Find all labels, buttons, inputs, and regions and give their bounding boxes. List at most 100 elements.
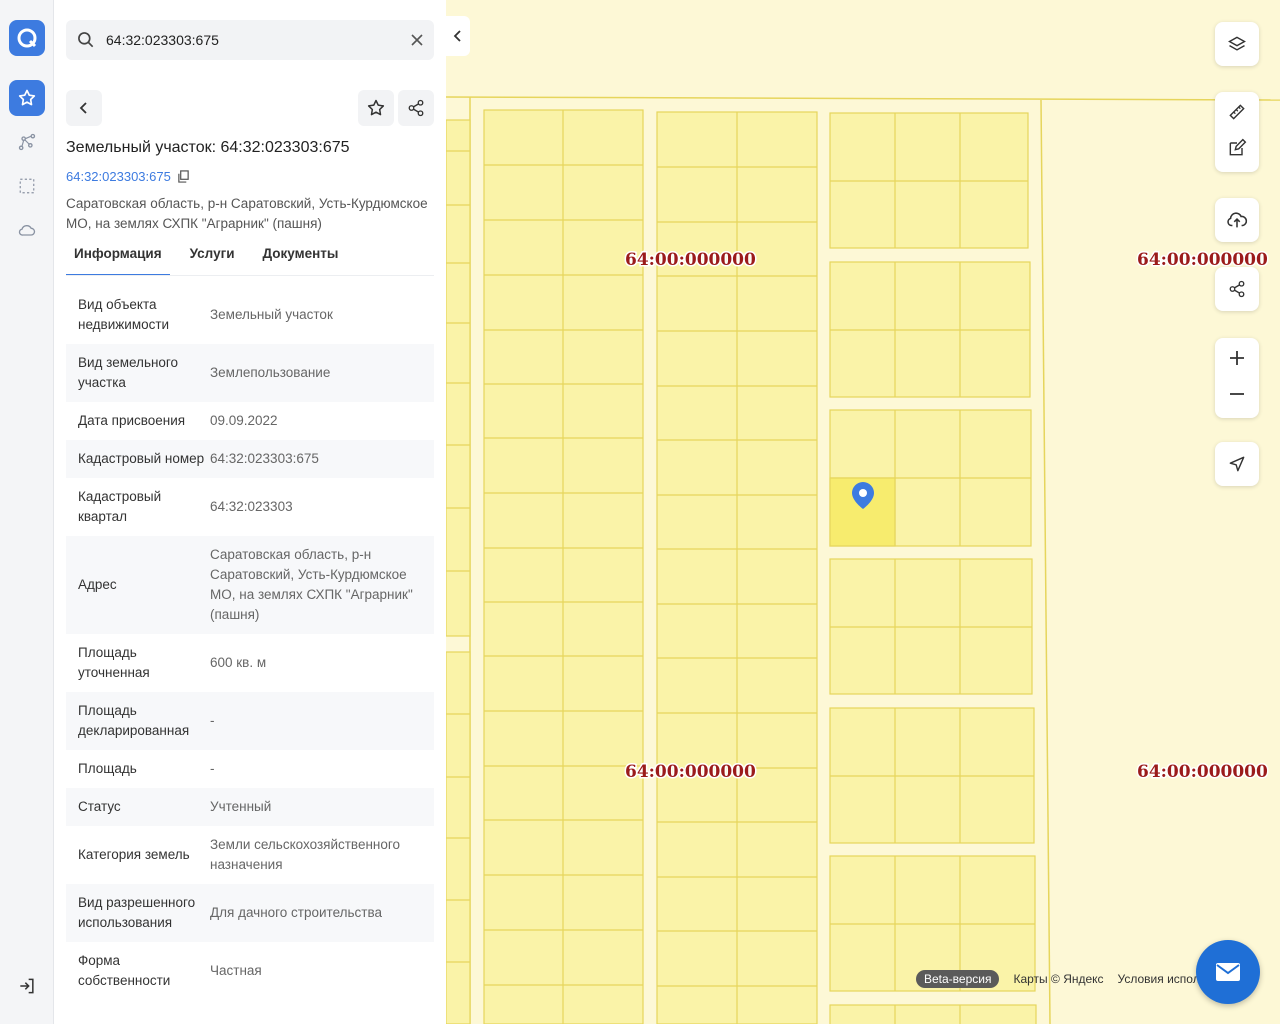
row-value: Земли сельскохозяйственного назначения bbox=[210, 837, 401, 872]
ruler-button[interactable] bbox=[1215, 94, 1259, 130]
row-key: Площадь bbox=[78, 761, 137, 776]
info-panel: Земельный участок: 64:32:023303:675 64:3… bbox=[54, 0, 446, 1024]
row-key: Статус bbox=[78, 799, 121, 814]
map-share-button[interactable] bbox=[1215, 267, 1259, 311]
chevron-left-icon bbox=[453, 30, 461, 42]
share-button[interactable] bbox=[398, 90, 434, 126]
contact-button[interactable] bbox=[1196, 940, 1260, 1004]
terms-link[interactable]: Условия испол bbox=[1118, 972, 1200, 986]
row-key: Кадастровый номер bbox=[78, 451, 205, 466]
cadastral-number-link[interactable]: 64:32:023303:675 bbox=[66, 169, 190, 184]
row-key: Площадь уточненная bbox=[78, 645, 150, 680]
chevron-left-icon bbox=[79, 102, 87, 114]
row-key: Форма собственности bbox=[78, 953, 171, 988]
table-row: Вид разрешенного использования Для дачног… bbox=[66, 884, 434, 942]
info-table: Вид объекта недвижимости Земельный участо… bbox=[66, 286, 434, 1000]
table-row: Кадастровый номер 64:32:023303:675 bbox=[66, 440, 434, 478]
ruler-icon bbox=[1229, 104, 1245, 120]
tools-control bbox=[1215, 92, 1259, 172]
route-button[interactable] bbox=[9, 124, 45, 160]
layers-button[interactable] bbox=[1215, 22, 1259, 66]
tab-information[interactable]: Информация bbox=[66, 246, 170, 276]
logout-icon bbox=[20, 978, 34, 994]
row-value: Учтенный bbox=[210, 799, 272, 814]
select-area-button[interactable] bbox=[9, 168, 45, 204]
star-icon bbox=[367, 99, 385, 116]
table-row: Кадастровый квартал 64:32:023303 bbox=[66, 478, 434, 536]
row-key: Адрес bbox=[78, 577, 117, 592]
row-value: - bbox=[210, 761, 215, 776]
row-value: Земельный участок bbox=[210, 307, 333, 322]
row-value: Частная bbox=[210, 963, 262, 978]
back-button[interactable] bbox=[66, 90, 102, 126]
row-value: 64:32:023303:675 bbox=[210, 451, 319, 466]
table-row: Вид объекта недвижимости Земельный участо… bbox=[66, 286, 434, 344]
tab-bar: Информация Услуги Документы bbox=[66, 246, 358, 276]
select-area-icon bbox=[19, 178, 35, 194]
table-row: Категория земель Земли сельскохозяйственн… bbox=[66, 826, 434, 884]
row-value: Для дачного строительства bbox=[210, 905, 383, 920]
collapse-panel-button[interactable] bbox=[446, 16, 470, 56]
upload-icon bbox=[1227, 212, 1248, 228]
upload-button[interactable] bbox=[1215, 198, 1259, 242]
share-icon bbox=[1229, 280, 1245, 298]
geolocation-button[interactable] bbox=[1215, 442, 1259, 486]
row-key: Кадастровый квартал bbox=[78, 489, 162, 524]
star-icon bbox=[18, 89, 36, 106]
edit-icon bbox=[1229, 138, 1247, 156]
map-footer: Beta-версия Карты © Яндекс Условия испол bbox=[916, 970, 1200, 988]
logout-button[interactable] bbox=[9, 968, 45, 1004]
page-title: Земельный участок: 64:32:023303:675 bbox=[66, 139, 350, 156]
map-view[interactable]: 64:00:000000 64:00:000000 64:00:000000 6… bbox=[446, 0, 1280, 1024]
tabs-divider bbox=[66, 275, 434, 276]
object-address: Саратовская область, р-н Саратовский, Ус… bbox=[66, 196, 428, 231]
app-logo-icon[interactable] bbox=[9, 20, 45, 56]
table-row: Форма собственности Частная bbox=[66, 942, 434, 1000]
map-copyright[interactable]: Карты © Яндекс bbox=[1013, 972, 1103, 986]
favorite-button[interactable] bbox=[358, 90, 394, 126]
tab-services[interactable]: Услуги bbox=[182, 246, 243, 276]
row-key: Вид объекта недвижимости bbox=[78, 297, 170, 332]
geolocation-control bbox=[1215, 442, 1259, 486]
search-box bbox=[66, 20, 434, 60]
table-row: Статус Учтенный bbox=[66, 788, 434, 826]
region-label: 64:00:000000 bbox=[625, 762, 756, 782]
tab-documents[interactable]: Документы bbox=[255, 246, 347, 276]
layers-icon bbox=[1228, 36, 1246, 51]
parcel-layer[interactable]: 64:00:000000 64:00:000000 64:00:000000 6… bbox=[446, 0, 1280, 1024]
row-value: 09.09.2022 bbox=[210, 413, 278, 428]
favorites-button[interactable] bbox=[9, 80, 45, 116]
row-key: Категория земель bbox=[78, 847, 190, 862]
row-key: Вид земельного участка bbox=[78, 355, 179, 390]
clear-search-icon[interactable] bbox=[408, 31, 426, 49]
cloud-icon bbox=[18, 225, 36, 236]
region-label: 64:00:000000 bbox=[1137, 762, 1268, 782]
zoom-control bbox=[1215, 338, 1259, 418]
table-row: Площадь уточненная 600 кв. м bbox=[66, 634, 434, 692]
table-row: Вид земельного участка Землепользование bbox=[66, 344, 434, 402]
table-row: Площадь декларированная - bbox=[66, 692, 434, 750]
zoom-in-button[interactable] bbox=[1215, 340, 1259, 376]
row-value: Саратовская область, р-н Саратовский, Ус… bbox=[210, 547, 413, 622]
beta-badge: Beta-версия bbox=[916, 970, 1000, 988]
upload-control bbox=[1215, 198, 1259, 242]
search-input[interactable] bbox=[106, 32, 396, 48]
geolocation-icon bbox=[1229, 456, 1245, 472]
edit-button[interactable] bbox=[1215, 130, 1259, 166]
row-key: Площадь декларированная bbox=[78, 703, 190, 738]
left-rail bbox=[0, 0, 54, 1024]
copy-icon[interactable] bbox=[177, 170, 190, 183]
zoom-in-icon bbox=[1230, 351, 1244, 365]
cloud-button[interactable] bbox=[9, 212, 45, 248]
row-value: 64:32:023303 bbox=[210, 499, 293, 514]
zoom-out-button[interactable] bbox=[1215, 376, 1259, 412]
route-icon bbox=[18, 133, 36, 151]
share-control bbox=[1215, 267, 1259, 311]
table-row: Адрес Саратовская область, р-н Саратовски… bbox=[66, 536, 434, 634]
share-icon bbox=[408, 99, 424, 117]
search-icon bbox=[78, 32, 94, 48]
region-label: 64:00:000000 bbox=[625, 250, 756, 270]
cadastral-number[interactable]: 64:32:023303:675 bbox=[66, 169, 171, 184]
layers-control bbox=[1215, 22, 1259, 66]
row-value: Землепользование bbox=[210, 365, 331, 380]
